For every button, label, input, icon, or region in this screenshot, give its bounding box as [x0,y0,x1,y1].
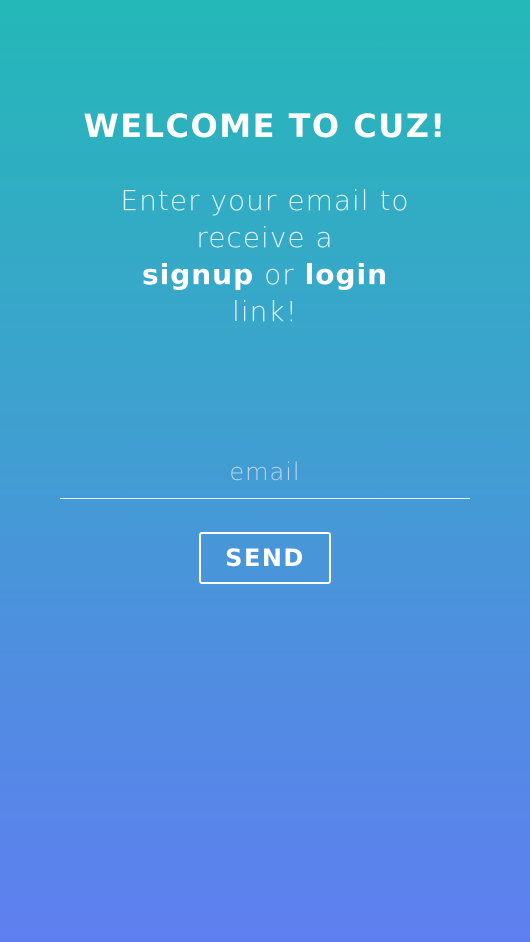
intro-line-2: receive a [196,221,334,254]
page-title: WELCOME TO CUZ! [83,107,447,145]
or-word: or [264,258,295,291]
intro-text: Enter your email to receive a signup or … [0,182,530,330]
intro-line-4: link! [232,295,298,328]
intro-line-1: Enter your email to [120,184,410,217]
email-input[interactable] [60,450,470,494]
login-screen: WELCOME TO CUZ! Enter your email to rece… [0,0,530,942]
send-button[interactable]: SEND [199,532,331,584]
email-field-container [60,450,470,499]
login-word: login [304,258,389,291]
signup-word: signup [141,258,255,291]
intro-line-3: signup or login [0,256,530,293]
